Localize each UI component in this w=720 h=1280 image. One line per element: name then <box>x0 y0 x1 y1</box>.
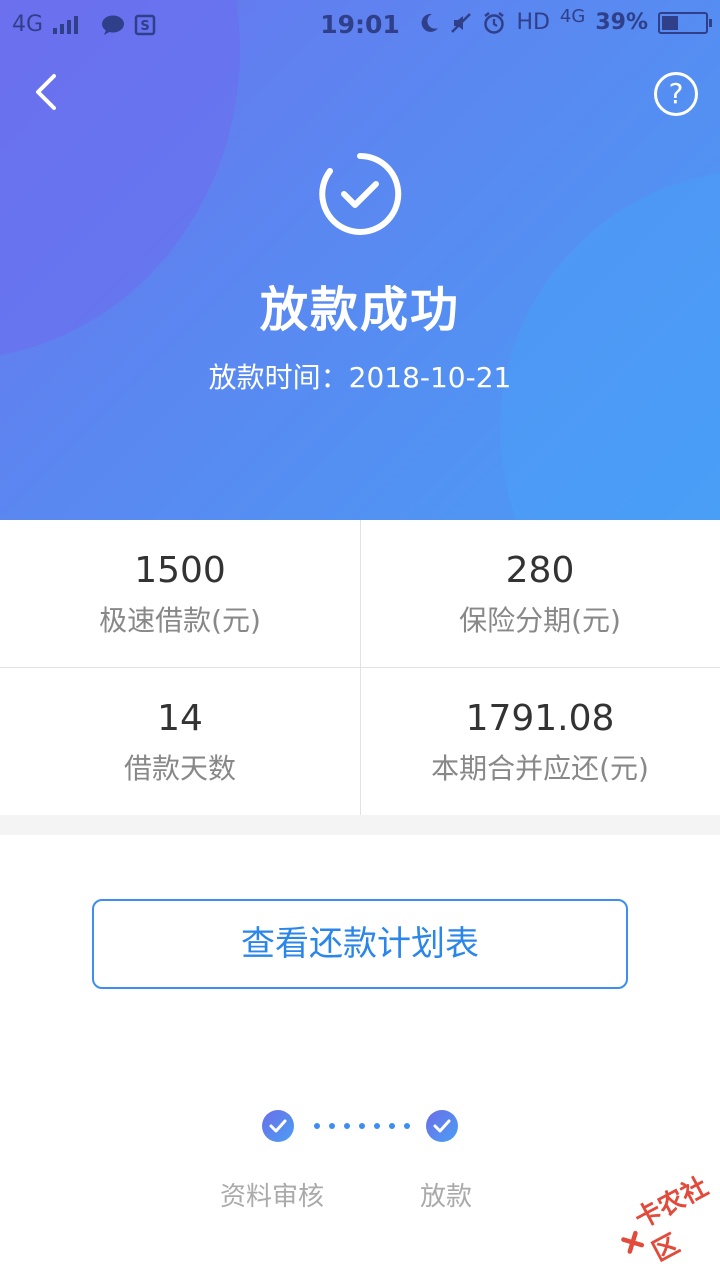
stat-value: 14 <box>157 698 203 739</box>
back-button[interactable] <box>28 70 72 114</box>
question-icon: ? <box>668 77 684 110</box>
stat-label: 保险分期(元) <box>459 604 621 637</box>
step-label-disburse: 放款 <box>420 1182 473 1212</box>
alarm-icon <box>484 11 505 34</box>
watermark: 卡农社区 <box>607 1166 720 1279</box>
step-check-icon <box>426 1110 458 1142</box>
page-title: 放款成功 <box>259 282 460 338</box>
section-gap <box>0 815 720 835</box>
battery-fill <box>662 15 678 30</box>
stat-label: 借款天数 <box>123 752 236 785</box>
stat-total-due: 1791.08 本期合并应还(元) <box>360 668 720 815</box>
network-right-label: 4G <box>559 6 586 27</box>
status-bar: 4G S 19:01 HD 4G 39% <box>0 0 720 52</box>
step-label-review: 资料审核 <box>220 1182 325 1212</box>
header-banner: 4G S 19:01 HD 4G 39% ? 放款成功 放款时间：2018-10… <box>0 0 720 520</box>
loan-date: 放款时间：2018-10-21 <box>208 361 512 394</box>
watermark-text: 卡农社区 <box>630 1171 714 1268</box>
stat-loan-days: 14 借款天数 <box>0 668 360 815</box>
stat-loan-amount: 1500 极速借款(元) <box>0 520 360 667</box>
view-repayment-plan-button[interactable]: 查看还款计划表 <box>92 899 628 989</box>
moon-icon <box>422 13 439 32</box>
chevron-left-icon <box>36 74 56 110</box>
stat-value: 1500 <box>134 550 226 591</box>
stat-insurance: 280 保险分期(元) <box>360 520 720 667</box>
mute-icon <box>451 12 472 33</box>
step-connector <box>314 1123 410 1129</box>
step-check-icon <box>262 1110 294 1142</box>
battery-percent: 39% <box>595 10 648 35</box>
help-button[interactable]: ? <box>654 72 698 116</box>
stat-label: 本期合并应还(元) <box>431 752 649 785</box>
stats-grid: 1500 极速借款(元) 280 保险分期(元) 14 借款天数 1791.08… <box>0 520 720 815</box>
stat-value: 280 <box>505 550 575 591</box>
status-right: HD 4G 39% <box>418 6 712 35</box>
battery-icon <box>658 11 712 34</box>
hd-label: HD <box>516 10 550 35</box>
header-decoration <box>500 170 720 520</box>
stat-value: 1791.08 <box>465 698 615 739</box>
divider <box>0 667 720 668</box>
success-check-icon <box>319 152 402 235</box>
stat-label: 极速借款(元) <box>99 604 261 637</box>
